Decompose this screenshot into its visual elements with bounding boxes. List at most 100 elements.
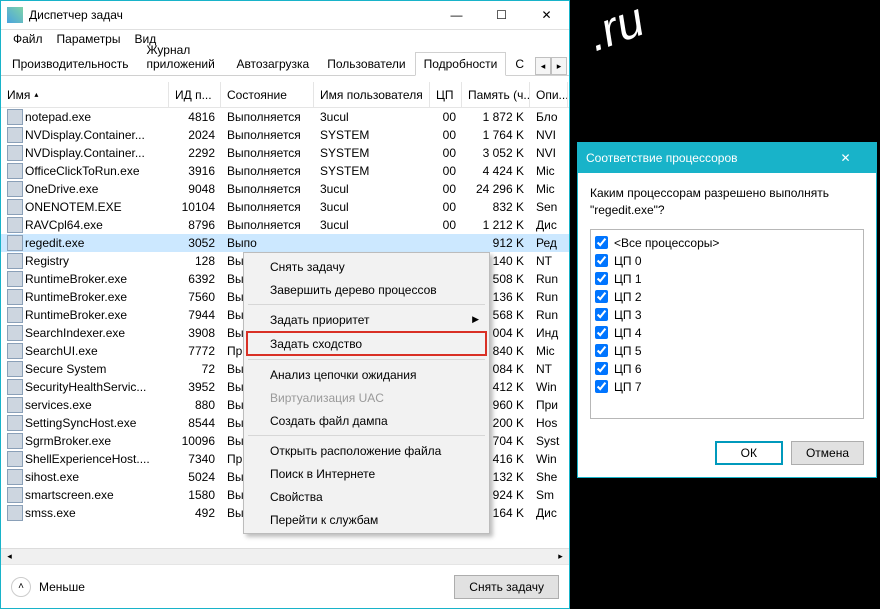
col-mem[interactable]: Память (ч...	[462, 82, 530, 107]
process-icon	[7, 433, 23, 449]
process-icon	[7, 271, 23, 287]
dialog-question: Каким процессорам разрешено выполнять "r…	[590, 185, 864, 219]
process-icon	[7, 487, 23, 503]
hscroll-right[interactable]: ▸	[552, 549, 569, 565]
cpu-checkbox-row[interactable]: ЦП 1	[595, 270, 859, 288]
titlebar[interactable]: Диспетчер задач — ☐ ✕	[1, 1, 569, 30]
col-cpu[interactable]: ЦП	[430, 82, 462, 107]
cpu-checkbox-row[interactable]: ЦП 7	[595, 378, 859, 396]
cpu-checkbox-row[interactable]: ЦП 5	[595, 342, 859, 360]
cancel-button[interactable]: Отмена	[791, 441, 864, 465]
context-menu-item[interactable]: Свойства	[246, 485, 487, 508]
cpu-label: ЦП 1	[614, 272, 642, 286]
col-name[interactable]: Имя▴	[1, 82, 169, 107]
fewer-details-button[interactable]: ˄ Меньше	[11, 577, 85, 597]
table-row[interactable]: ONENOTEM.EXE10104Выполняется3ucul00832 K…	[1, 198, 569, 216]
dialog-title: Соответствие процессоров	[586, 151, 823, 165]
cpu-checkbox[interactable]	[595, 308, 608, 321]
cpu-checkbox[interactable]	[595, 326, 608, 339]
chevron-up-icon: ˄	[11, 577, 31, 597]
tabs-prev-button[interactable]: ◂	[535, 57, 551, 75]
context-menu-item[interactable]: Завершить дерево процессов	[246, 278, 487, 301]
app-icon	[7, 7, 23, 23]
context-menu-item[interactable]: Открыть расположение файла	[246, 439, 487, 462]
tab-startup[interactable]: Автозагрузка	[227, 52, 318, 75]
context-menu-item[interactable]: Создать файл дампа	[246, 409, 487, 432]
window-title: Диспетчер задач	[29, 8, 434, 22]
tabs: Производительность Журнал приложений Авт…	[1, 50, 569, 76]
cpu-list[interactable]: <Все процессоры> ЦП 0 ЦП 1 ЦП 2 ЦП 3 ЦП 4 ЦП 5…	[590, 229, 864, 419]
processor-affinity-dialog: Соответствие процессоров ✕ Каким процесс…	[577, 142, 877, 478]
tab-details[interactable]: Подробности	[415, 52, 507, 76]
dialog-titlebar[interactable]: Соответствие процессоров ✕	[578, 143, 876, 173]
tab-services-partial[interactable]: С	[506, 52, 533, 75]
process-icon	[7, 235, 23, 251]
context-menu-item[interactable]: Анализ цепочки ожидания	[246, 363, 487, 386]
context-menu-item[interactable]: Снять задачу	[246, 255, 487, 278]
close-button[interactable]: ✕	[524, 1, 569, 30]
process-icon	[7, 253, 23, 269]
context-menu-item[interactable]: Перейти к службам	[246, 508, 487, 531]
table-row[interactable]: NVDisplay.Container...2292ВыполняетсяSYS…	[1, 144, 569, 162]
cpu-checkbox[interactable]	[595, 344, 608, 357]
cpu-checkbox-row[interactable]: ЦП 4	[595, 324, 859, 342]
table-row[interactable]: RAVCpl64.exe8796Выполняется3ucul001 212 …	[1, 216, 569, 234]
cpu-checkbox[interactable]	[595, 254, 608, 267]
cpu-label: <Все процессоры>	[614, 236, 719, 250]
cpu-checkbox-row[interactable]: ЦП 6	[595, 360, 859, 378]
cpu-checkbox-row[interactable]: <Все процессоры>	[595, 234, 859, 252]
process-icon	[7, 289, 23, 305]
cpu-checkbox-row[interactable]: ЦП 3	[595, 306, 859, 324]
table-row[interactable]: notepad.exe4816Выполняется3ucul001 872 K…	[1, 108, 569, 126]
watermark: .ru	[580, 0, 651, 63]
minimize-button[interactable]: —	[434, 1, 479, 30]
menu-options[interactable]: Параметры	[51, 30, 127, 50]
hscrollbar[interactable]: ◂ ▸	[1, 548, 569, 564]
dialog-close-button[interactable]: ✕	[823, 143, 868, 173]
table-row[interactable]: OfficeClickToRun.exe3916ВыполняетсяSYSTE…	[1, 162, 569, 180]
menubar: Файл Параметры Вид	[1, 30, 569, 50]
col-state[interactable]: Состояние	[221, 82, 314, 107]
tab-app-history[interactable]: Журнал приложений	[137, 38, 227, 75]
process-icon	[7, 379, 23, 395]
process-icon	[7, 397, 23, 413]
cpu-checkbox-row[interactable]: ЦП 0	[595, 252, 859, 270]
table-row[interactable]: NVDisplay.Container...2024ВыполняетсяSYS…	[1, 126, 569, 144]
column-headers: Имя▴ ИД п... Состояние Имя пользователя …	[1, 82, 569, 108]
tabs-next-button[interactable]: ▸	[551, 57, 567, 75]
table-row[interactable]: regedit.exe3052Выпо912 KРед	[1, 234, 569, 252]
process-icon	[7, 343, 23, 359]
cpu-checkbox[interactable]	[595, 236, 608, 249]
context-menu-item[interactable]: Поиск в Интернете	[246, 462, 487, 485]
sort-asc-icon: ▴	[34, 90, 38, 99]
col-pid[interactable]: ИД п...	[169, 82, 221, 107]
hscroll-left[interactable]: ◂	[1, 549, 18, 565]
maximize-button[interactable]: ☐	[479, 1, 524, 30]
cpu-checkbox[interactable]	[595, 290, 608, 303]
context-menu: Снять задачуЗавершить дерево процессов За…	[243, 252, 490, 534]
table-row[interactable]: OneDrive.exe9048Выполняется3ucul0024 296…	[1, 180, 569, 198]
cpu-checkbox[interactable]	[595, 380, 608, 393]
cpu-checkbox-row[interactable]: ЦП 2	[595, 288, 859, 306]
process-icon	[7, 127, 23, 143]
context-menu-item: Виртуализация UAC	[246, 386, 487, 409]
process-icon	[7, 469, 23, 485]
cpu-label: ЦП 7	[614, 380, 642, 394]
tab-users[interactable]: Пользователи	[318, 52, 414, 75]
col-user[interactable]: Имя пользователя	[314, 82, 430, 107]
cpu-label: ЦП 2	[614, 290, 642, 304]
process-icon	[7, 163, 23, 179]
tab-performance[interactable]: Производительность	[3, 52, 137, 75]
process-icon	[7, 109, 23, 125]
context-menu-item[interactable]: Задать приоритет▶	[246, 308, 487, 331]
ok-button[interactable]: ОК	[715, 441, 783, 465]
context-menu-item[interactable]: Задать сходство	[246, 331, 487, 356]
end-task-button[interactable]: Снять задачу	[454, 575, 559, 599]
chevron-right-icon: ▶	[472, 314, 479, 325]
menu-file[interactable]: Файл	[7, 30, 49, 50]
cpu-checkbox[interactable]	[595, 272, 608, 285]
cpu-label: ЦП 3	[614, 308, 642, 322]
col-desc[interactable]: Опи...	[530, 82, 568, 107]
cpu-checkbox[interactable]	[595, 362, 608, 375]
cpu-label: ЦП 4	[614, 326, 642, 340]
